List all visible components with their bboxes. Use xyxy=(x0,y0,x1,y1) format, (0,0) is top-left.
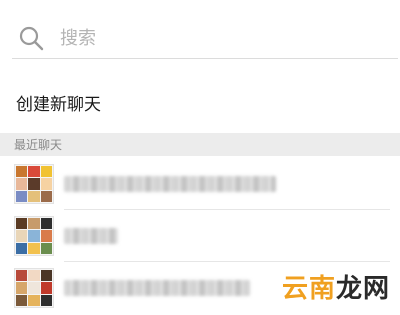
group-avatar xyxy=(14,268,54,308)
avatar-tile xyxy=(16,218,28,230)
avatar-tile xyxy=(16,294,28,306)
avatar-tile xyxy=(40,178,52,190)
avatar-tile xyxy=(28,230,40,242)
avatar-tile xyxy=(40,270,52,282)
avatar-tile xyxy=(28,190,40,202)
share-to-chat-screen: 创建新聊天 最近聊天 云南龙网 xyxy=(0,0,400,315)
avatar-tile xyxy=(40,218,52,230)
avatar-tile xyxy=(28,242,40,254)
group-avatar xyxy=(14,164,54,204)
avatar-tile xyxy=(16,190,28,202)
avatar-tile xyxy=(28,218,40,230)
create-new-chat-label: 创建新聊天 xyxy=(16,94,101,115)
avatar-tile xyxy=(28,166,40,178)
create-new-chat-button[interactable]: 创建新聊天 xyxy=(0,82,400,122)
avatar-tile xyxy=(28,270,40,282)
watermark-logo: 云南龙网 xyxy=(282,268,390,305)
avatar-tile xyxy=(16,242,28,254)
chat-name-redacted xyxy=(64,176,276,192)
avatar-tile xyxy=(28,178,40,190)
search-bar[interactable] xyxy=(12,18,398,59)
avatar-tile xyxy=(40,294,52,306)
avatar-tile xyxy=(16,230,28,242)
group-avatar xyxy=(14,216,54,256)
avatar-tile xyxy=(40,282,52,294)
watermark-part-b: 龙网 xyxy=(335,274,390,304)
avatar-tile xyxy=(40,166,52,178)
avatar-tile xyxy=(40,242,52,254)
search-icon xyxy=(19,26,44,51)
avatar-tile xyxy=(16,270,28,282)
chat-name-redacted xyxy=(64,228,118,244)
avatar-tile xyxy=(28,282,40,294)
search-input[interactable] xyxy=(58,26,362,50)
avatar-tile xyxy=(16,166,28,178)
avatar-tile xyxy=(16,282,28,294)
avatar-tile xyxy=(40,190,52,202)
chat-name-redacted xyxy=(64,280,250,296)
avatar-tile xyxy=(16,178,28,190)
recent-chats-header: 最近聊天 xyxy=(0,133,400,156)
chat-item[interactable] xyxy=(0,158,400,210)
recent-chats-label: 最近聊天 xyxy=(14,138,63,152)
avatar-tile xyxy=(28,294,40,306)
avatar-tile xyxy=(40,230,52,242)
watermark-part-a: 云南 xyxy=(281,274,336,304)
chat-item[interactable] xyxy=(0,210,400,262)
